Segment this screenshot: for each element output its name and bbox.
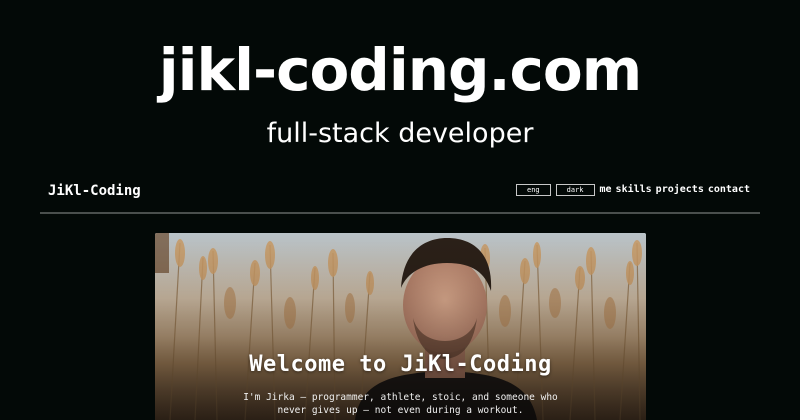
hero-description-line: I'm Jirka – programmer, athlete, stoic, … [243,392,558,403]
hero-section: Welcome to JiKl-Coding I'm Jirka – progr… [155,233,646,420]
theme-toggle-button[interactable]: dark [555,184,595,196]
header-divider [40,212,760,214]
site-brand-logo[interactable]: JiKl-Coding [48,182,141,200]
site-nav: eng dark me skills projects contact [515,183,750,197]
site-title: jikl-coding.com [158,36,642,104]
nav-link-me[interactable]: me [600,183,612,197]
nav-link-skills[interactable]: skills [616,183,652,197]
site-preview-header: JiKl-Coding eng dark me skills projects … [40,176,760,212]
site-subtitle: full-stack developer [266,118,534,149]
nav-link-contact[interactable]: contact [708,183,750,197]
language-toggle-button[interactable]: eng [515,184,551,196]
nav-link-projects[interactable]: projects [656,183,704,197]
hero-title: Welcome to JiKl-Coding [249,352,552,377]
hero-description-line: never gives up – not even during a worko… [277,405,524,416]
